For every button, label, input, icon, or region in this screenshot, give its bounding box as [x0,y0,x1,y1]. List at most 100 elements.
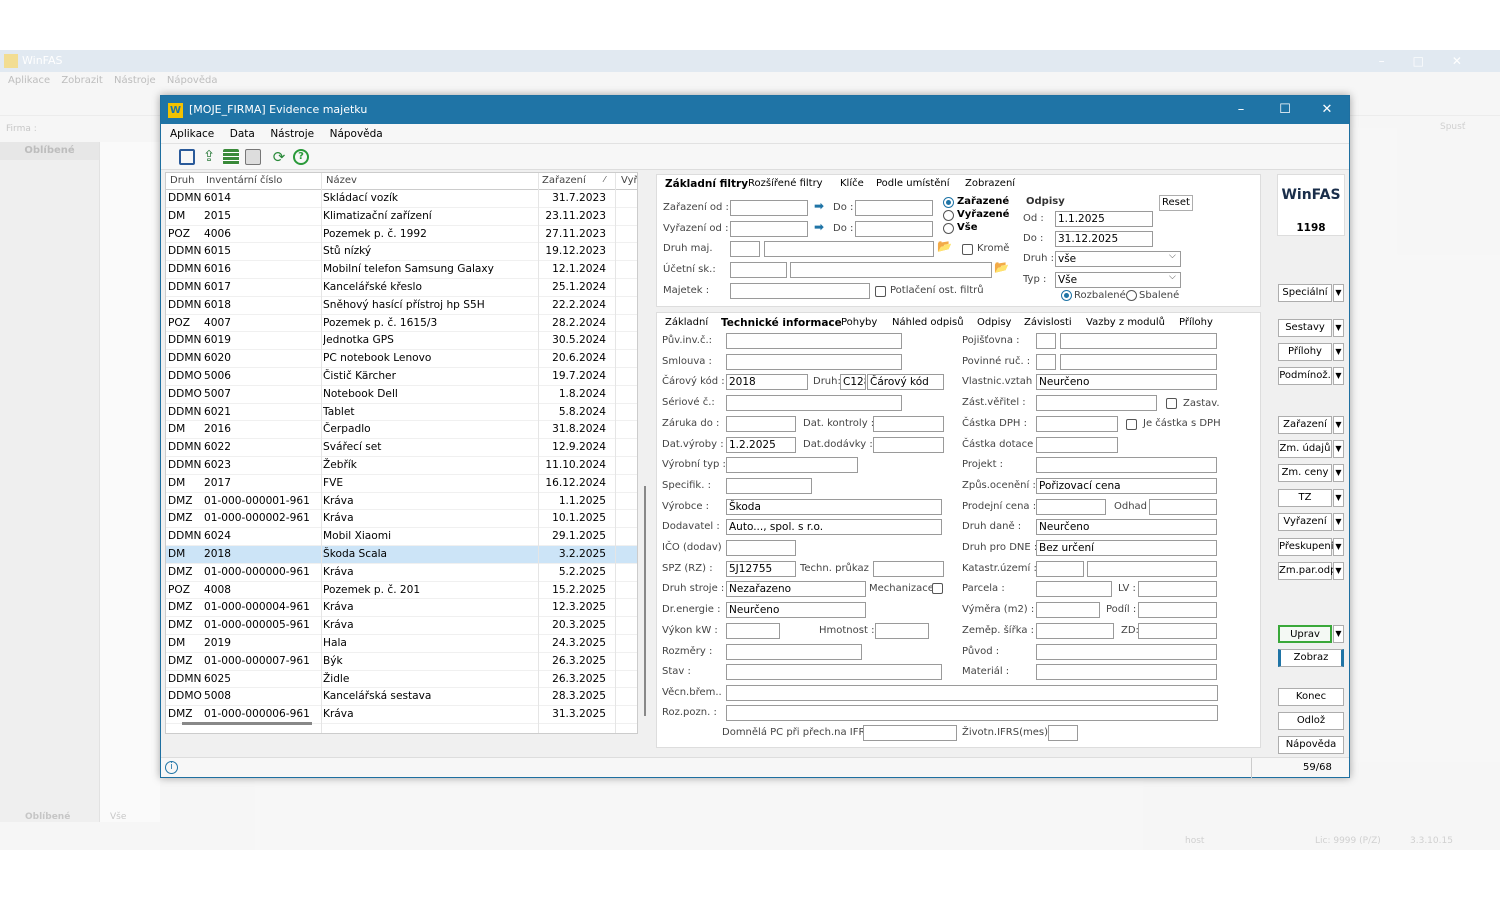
tab-zakladni-filtry[interactable]: Základní filtry [665,175,748,193]
rozmery-field[interactable] [726,643,862,660]
folder-icon[interactable]: 📂 [994,260,1009,274]
dat-dodavky-field[interactable] [873,436,944,453]
odpisy-do-field[interactable]: 31.12.2025 [1055,231,1153,247]
table-row[interactable]: DM 2016 Čerpadlo 31.8.2024 [166,421,637,440]
pojistovna-code-field[interactable] [1036,333,1056,349]
tab-pohyby[interactable]: Pohyby [841,314,877,332]
dr-energie-field[interactable]: Neurčeno [726,602,866,619]
chevron-down-icon[interactable]: ▼ [1333,625,1344,643]
tab-zobrazeni[interactable]: Zobrazení [965,175,1015,193]
tab-vazby-z-modulu[interactable]: Vazby z modulů [1086,314,1165,332]
spz-rz-field[interactable]: 5J12755 [726,560,796,577]
techn-prukaz-field[interactable] [873,560,944,577]
stav-field[interactable] [726,664,942,681]
zarazeni-od-field[interactable] [730,200,808,216]
zd-field[interactable] [1138,622,1217,639]
table-row[interactable]: DDMN 6022 Svářecí set 12.9.2024 [166,439,637,457]
katastr-code-field[interactable] [1036,560,1084,577]
mechanizace-checkbox[interactable] [932,583,943,595]
table-row[interactable]: DM 2019 Hala 24.3.2025 [166,635,637,653]
zm-par-odp-button[interactable]: Zm.par.odp [1278,562,1336,580]
castka-dph-field[interactable] [1036,415,1118,432]
radio-vse[interactable] [943,223,954,234]
table-row[interactable]: DDMN 6018 Sněhový hasící přístroj hp S5H 22… [166,297,637,315]
krome-checkbox[interactable] [962,244,973,255]
material-field[interactable] [1036,664,1217,681]
odhad-field[interactable] [1149,498,1217,515]
reset-button[interactable]: Reset [1159,195,1193,211]
puvod-field[interactable] [1036,643,1217,660]
menu-nastroje[interactable]: Nástroje [270,128,314,140]
table-row[interactable]: DMZ 01-000-000004-961 Kráva 12.3.2025 [166,599,637,618]
chevron-down-icon[interactable]: ▼ [1333,343,1344,361]
odloz-button[interactable]: Odlož [1278,712,1344,730]
je-castka-checkbox[interactable] [1126,418,1137,430]
druh-code-field[interactable]: C128 [840,374,866,391]
zemep-sirka-field[interactable] [1036,622,1114,639]
specialni-button[interactable]: Speciální [1278,284,1332,302]
tab-zakladni[interactable]: Základní [665,314,708,332]
col-druh[interactable]: Druh [170,175,195,186]
zobraz-button[interactable]: Zobraz [1278,649,1344,667]
zastav-checkbox[interactable] [1166,398,1177,410]
konec-button[interactable]: Konec [1278,688,1344,706]
druh-text-field[interactable]: Čárový kód [867,374,944,391]
hmotnost-field[interactable] [875,622,929,639]
chevron-down-icon[interactable]: ▼ [1333,416,1344,434]
dat-vyroby-field[interactable]: 1.2.2025 [726,436,796,453]
odpisy-druh-select[interactable]: vše [1055,251,1181,267]
tz-button[interactable]: TZ [1278,489,1332,507]
table-row[interactable]: POZ 4008 Pozemek p. č. 201 15.2.2025 [166,582,637,600]
table-row[interactable]: DDMN 6014 Skládací vozík 31.7.2023 [166,190,637,208]
prodejni-cena-field[interactable] [1036,498,1106,515]
minimize-button[interactable]: – [1221,96,1261,124]
table-row[interactable]: DMZ 01-000-000005-961 Kráva 20.3.2025 [166,617,637,635]
tab-prilohy[interactable]: Přílohy [1179,314,1213,332]
chevron-down-icon[interactable]: ▼ [1333,319,1344,337]
vyrazeni-button[interactable]: Vyřazení [1278,513,1332,531]
seriove-cislo-field[interactable] [726,395,902,412]
help-icon[interactable]: ? [293,149,309,165]
tab-klice[interactable]: Klíče [840,175,864,193]
table-row[interactable]: DMZ 01-000-000007-961 Býk 26.3.2025 [166,653,637,671]
chevron-down-icon[interactable]: ▼ [1333,513,1344,531]
col-inv-cislo[interactable]: Inventární číslo [206,175,282,186]
horizontal-scrollbar[interactable] [182,722,312,725]
odpisy-od-field[interactable]: 1.1.2025 [1055,211,1153,227]
table-row[interactable]: POZ 4006 Pozemek p. č. 1992 27.11.2023 [166,226,637,244]
table-row[interactable]: DDMN 6020 PC notebook Lenovo 20.6.2024 [166,350,637,368]
columns-icon[interactable] [245,149,261,165]
podil-field[interactable] [1138,602,1217,619]
ico-dodav-field[interactable] [726,540,796,556]
table-row[interactable]: DDMN 6021 Tablet 5.8.2024 [166,404,637,422]
lv-field[interactable] [1138,581,1217,598]
chevron-down-icon[interactable]: ▼ [1333,284,1344,302]
specifik-field[interactable] [726,477,812,494]
prilohy-button[interactable]: Přílohy [1278,343,1332,361]
zm-udaju-button[interactable]: Zm. údajů [1278,440,1332,458]
vyrazeni-do-field[interactable] [855,221,933,237]
table-row[interactable]: DMZ 01-000-000000-961 Kráva 5.2.2025 [166,564,637,582]
carovy-kod-field[interactable]: 2018 [726,374,808,391]
dat-kontroly-field[interactable] [873,415,944,432]
tab-podle-umisteni[interactable]: Podle umístění [876,175,950,193]
vecn-brem-field[interactable] [726,684,1218,701]
menu-napoveda[interactable]: Nápověda [330,128,383,140]
radio-sbalene[interactable] [1126,290,1137,301]
napoveda-button[interactable]: Nápověda [1278,736,1344,754]
table-row[interactable]: DDMN 6025 Židle 26.3.2025 [166,671,637,689]
odpisy-typ-select[interactable]: Vše [1055,272,1181,288]
povinne-ruc-field[interactable] [1060,353,1217,370]
vyrobni-typ-field[interactable] [726,457,858,474]
table-row[interactable]: DDMO 5006 Čistič Kärcher 19.7.2024 [166,368,637,386]
podminoz-button[interactable]: Podmínož. [1278,367,1332,385]
table-row[interactable]: POZ 4007 Pozemek p. č. 1615/3 28.2.2024 [166,315,637,333]
info-icon[interactable]: i [165,761,178,774]
parcela-field[interactable] [1036,581,1112,598]
majetek-field[interactable] [730,283,870,299]
vykon-kw-field[interactable] [726,622,780,639]
druh-maj-code-field[interactable] [730,241,760,257]
table-row[interactable]: DDMN 6024 Mobil Xiaomi 29.1.2025 [166,528,637,546]
potlaceni-checkbox[interactable] [875,286,886,297]
table-row[interactable]: DDMN 6016 Mobilní telefon Samsung Galaxy 12… [166,261,637,279]
